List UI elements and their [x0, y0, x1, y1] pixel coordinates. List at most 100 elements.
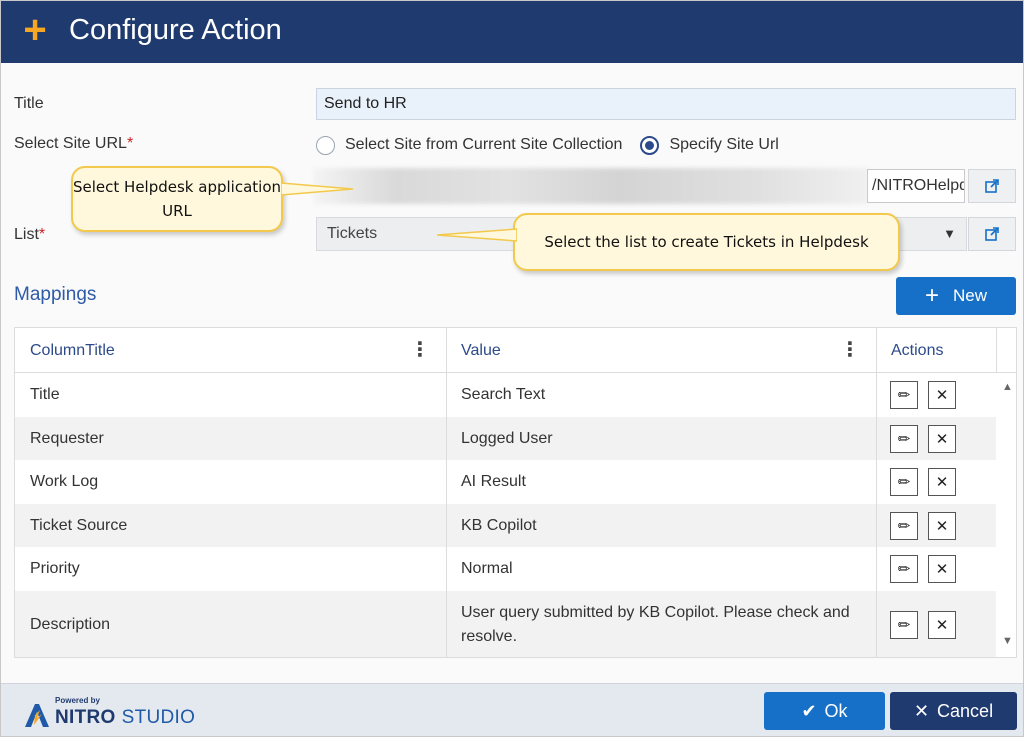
table-row: Title Search Text ✏ ✕	[15, 373, 996, 417]
edit-button[interactable]: ✏	[890, 468, 918, 496]
pencil-icon: ✏	[897, 474, 911, 491]
cell-column: Requester	[30, 429, 104, 447]
row-actions: ✏ ✕	[890, 417, 966, 460]
dialog-title: Configure Action	[69, 14, 282, 46]
column-menu-icon[interactable]: ⋮	[410, 328, 430, 373]
list-label: List*	[14, 226, 46, 243]
close-icon: ✕	[913, 700, 930, 721]
radio-current-site-collection[interactable]	[316, 135, 335, 155]
pencil-icon: ✏	[897, 387, 911, 404]
delete-button[interactable]: ✕	[928, 511, 956, 540]
site-url-radio-group: Select Site from Current Site Collection…	[316, 135, 797, 155]
column-header-columntitle[interactable]: ColumnTitle ⋮	[15, 328, 446, 373]
plus-icon: +	[23, 8, 47, 52]
close-icon: ✕	[935, 561, 949, 578]
pencil-icon: ✏	[897, 517, 911, 535]
nitro-logo-icon	[25, 704, 49, 727]
column-divider	[876, 328, 877, 657]
site-url-input[interactable]: /NITROHelpd	[867, 169, 965, 203]
table-row: Priority Normal ✏ ✕	[15, 547, 996, 591]
close-icon: ✕	[935, 617, 949, 634]
delete-button[interactable]: ✕	[928, 468, 956, 496]
column-menu-icon[interactable]: ⋮	[840, 328, 860, 373]
brand-nitro: NITRO	[55, 707, 116, 728]
cell-value: Logged User	[461, 429, 553, 447]
dialog-header: + Configure Action	[1, 1, 1023, 63]
powered-by-text: Powered by	[55, 696, 100, 705]
plus-icon: +	[924, 282, 939, 309]
row-actions: ✏ ✕	[890, 460, 966, 504]
cell-column: Description	[30, 616, 111, 633]
delete-button[interactable]: ✕	[928, 381, 956, 409]
nitro-studio-logo: Powered by NITRO STUDIO	[23, 696, 196, 729]
cell-column: Ticket Source	[30, 516, 128, 534]
list-selected-value: Tickets	[327, 225, 378, 242]
new-mapping-button[interactable]: + New	[896, 277, 1016, 315]
close-icon: ✕	[935, 474, 949, 491]
column-divider	[446, 328, 447, 657]
pencil-icon: ✏	[897, 430, 911, 448]
external-link-icon	[985, 227, 999, 241]
cell-column: Priority	[30, 560, 80, 577]
site-url-label: Select Site URL*	[14, 135, 134, 152]
table-row: Work Log AI Result ✏ ✕	[15, 460, 996, 504]
cell-column: Work Log	[30, 473, 99, 490]
mappings-title: Mappings	[14, 284, 97, 305]
callout-list-tickets: Select the list to create Tickets in Hel…	[513, 213, 900, 271]
configure-action-dialog: + Configure Action Title Send to HR Sele…	[0, 0, 1024, 737]
close-icon: ✕	[935, 517, 949, 535]
cell-value: User query submitted by KB Copilot. Plea…	[461, 604, 850, 645]
radio-specify-site-url[interactable]	[640, 135, 660, 155]
column-header-actions: Actions	[891, 342, 944, 359]
edit-button[interactable]: ✏	[890, 611, 918, 639]
edit-button[interactable]: ✏	[890, 424, 918, 453]
scroll-up-icon[interactable]: ▲	[1002, 381, 1013, 393]
scroll-down-icon[interactable]: ▼	[1002, 635, 1013, 647]
delete-button[interactable]: ✕	[928, 424, 956, 453]
callout-pointer	[281, 182, 353, 196]
row-actions: ✏ ✕	[890, 591, 966, 657]
table-scrollbar[interactable]: ▲ ▼	[996, 373, 1016, 657]
open-list-button[interactable]	[968, 217, 1016, 251]
table-row: Ticket Source KB Copilot ✏ ✕	[15, 504, 996, 547]
callout-pointer	[437, 228, 517, 242]
title-input[interactable]: Send to HR	[316, 88, 1016, 120]
required-marker: *	[38, 226, 46, 243]
cell-column: Title	[30, 386, 60, 403]
site-url-input-blurred[interactable]	[313, 168, 869, 204]
row-actions: ✏ ✕	[890, 373, 966, 417]
callout-helpdesk-url: Select Helpdesk application URL	[71, 166, 283, 232]
edit-button[interactable]: ✏	[890, 555, 918, 583]
delete-button[interactable]: ✕	[928, 611, 956, 639]
table-row: Description User query submitted by KB C…	[15, 591, 996, 657]
caret-down-icon: ▼	[943, 226, 956, 241]
table-row: Requester Logged User ✏ ✕	[15, 417, 996, 460]
external-link-icon	[985, 179, 999, 193]
check-icon: ✔	[801, 700, 817, 721]
open-site-url-button[interactable]	[968, 169, 1016, 203]
radio-specify-site-label[interactable]: Specify Site Url	[669, 136, 778, 154]
required-marker: *	[126, 135, 134, 152]
edit-button[interactable]: ✏	[890, 381, 918, 409]
mappings-table: ColumnTitle ⋮ Value ⋮ Actions Title Sear…	[14, 327, 1017, 658]
cell-value: Search Text	[461, 386, 546, 403]
table-header: ColumnTitle ⋮ Value ⋮ Actions	[15, 328, 1016, 373]
pencil-icon: ✏	[897, 617, 911, 634]
delete-button[interactable]: ✕	[928, 555, 956, 583]
close-icon: ✕	[935, 387, 949, 404]
ok-button[interactable]: ✔ Ok	[764, 692, 885, 730]
row-actions: ✏ ✕	[890, 547, 966, 591]
pencil-icon: ✏	[897, 561, 911, 578]
column-header-value[interactable]: Value ⋮	[446, 328, 876, 373]
close-icon: ✕	[935, 430, 949, 448]
edit-button[interactable]: ✏	[890, 511, 918, 540]
cell-value: AI Result	[461, 473, 526, 490]
new-button-label: New	[953, 286, 988, 305]
title-label: Title	[14, 95, 44, 112]
cancel-button[interactable]: ✕ Cancel	[890, 692, 1017, 730]
cell-value: Normal	[461, 560, 513, 577]
row-actions: ✏ ✕	[890, 504, 966, 547]
cell-value: KB Copilot	[461, 516, 537, 534]
radio-current-site-label[interactable]: Select Site from Current Site Collection	[345, 136, 622, 154]
brand-studio: STUDIO	[121, 707, 196, 728]
